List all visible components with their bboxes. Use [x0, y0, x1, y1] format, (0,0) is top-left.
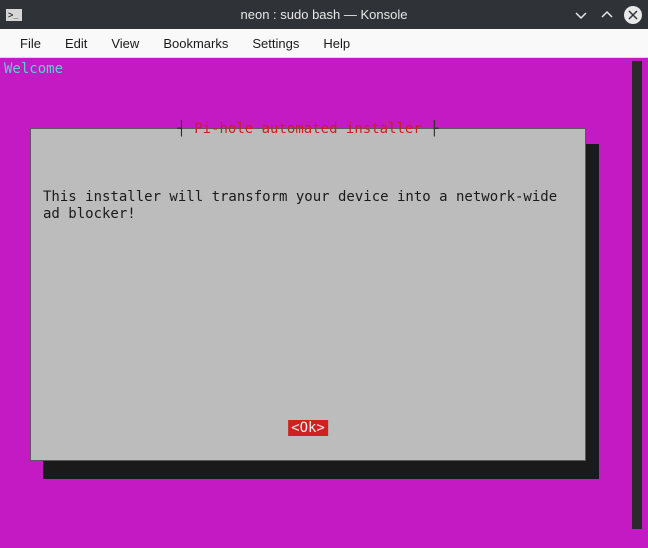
menu-bookmarks[interactable]: Bookmarks: [151, 32, 240, 55]
installer-dialog: ┤ Pi-hole automated installer ├ This ins…: [30, 128, 586, 461]
titlebar: >_ neon : sudo bash — Konsole: [0, 0, 648, 29]
window-controls: [572, 6, 642, 24]
window-title: neon : sudo bash — Konsole: [0, 7, 648, 22]
menu-settings[interactable]: Settings: [240, 32, 311, 55]
minimize-button[interactable]: [572, 6, 590, 24]
close-button[interactable]: [624, 6, 642, 24]
dialog-title: ┤ Pi-hole automated installer ├: [31, 121, 585, 137]
ok-button[interactable]: <Ok>: [288, 420, 328, 436]
scrollbar[interactable]: [632, 61, 642, 529]
maximize-button[interactable]: [598, 6, 616, 24]
terminal-area[interactable]: Welcome ┤ Pi-hole automated installer ├ …: [0, 58, 648, 548]
menu-file[interactable]: File: [8, 32, 53, 55]
menu-view[interactable]: View: [99, 32, 151, 55]
menubar: File Edit View Bookmarks Settings Help: [0, 29, 648, 58]
menu-edit[interactable]: Edit: [53, 32, 99, 55]
welcome-text: Welcome: [4, 61, 63, 77]
svg-text:>_: >_: [8, 10, 19, 20]
dialog-body: This installer will transform your devic…: [43, 189, 573, 223]
menu-help[interactable]: Help: [311, 32, 362, 55]
terminal-icon: >_: [6, 7, 22, 23]
